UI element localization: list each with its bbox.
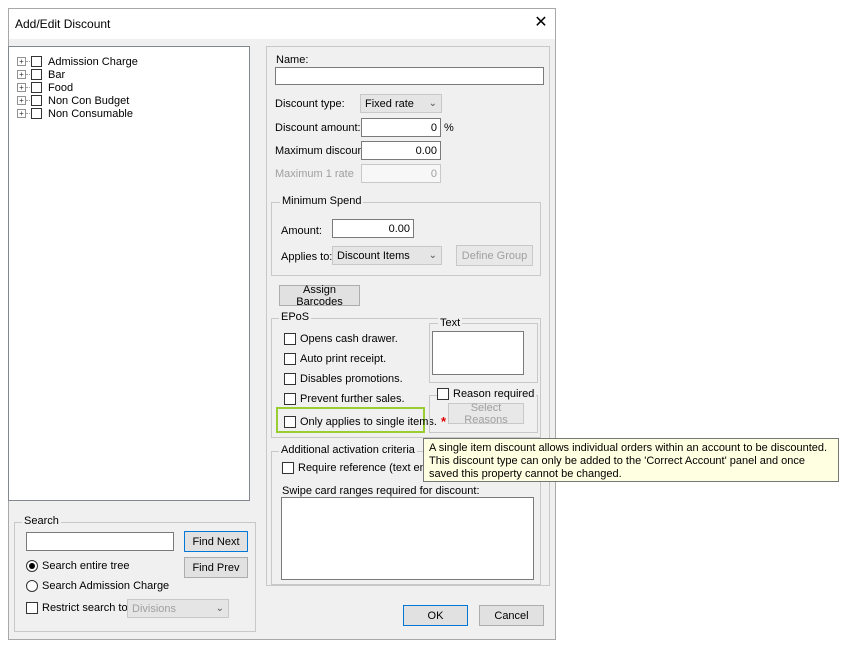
- discount-type-label: Discount type:: [275, 98, 345, 110]
- radio-search-admission-charge[interactable]: Search Admission Charge: [26, 580, 169, 592]
- radio-label: Search Admission Charge: [42, 580, 170, 592]
- checkbox-box[interactable]: [437, 388, 449, 400]
- expand-icon[interactable]: +: [17, 83, 26, 92]
- activation-label: Additional activation criteria: [279, 444, 417, 456]
- expand-icon[interactable]: +: [17, 96, 26, 105]
- applies-to-value: Discount Items: [337, 249, 410, 262]
- tree-item-label: Non Con Budget: [48, 94, 130, 107]
- discount-amount-field[interactable]: 0: [361, 118, 441, 137]
- radio-search-entire-tree[interactable]: Search entire tree: [26, 560, 129, 572]
- opens-cash-drawer-checkbox[interactable]: Opens cash drawer.: [284, 333, 398, 345]
- swipe-card-ranges-list[interactable]: [281, 497, 534, 580]
- radio-selected-icon[interactable]: [26, 560, 38, 572]
- minimum-spend-amount-field[interactable]: 0.00: [332, 219, 414, 238]
- checkbox-box[interactable]: [26, 602, 38, 614]
- chevron-down-icon: ⌄: [428, 98, 437, 109]
- radio-unselected-icon[interactable]: [26, 580, 38, 592]
- restrict-select-value: Divisions: [132, 602, 177, 615]
- tree-item-checkbox[interactable]: [31, 95, 42, 106]
- chevron-down-icon: ⌄: [428, 250, 437, 261]
- maximum-discount-label: Maximum discount:: [275, 145, 370, 157]
- applies-to-select[interactable]: Discount Items ⌄: [332, 246, 442, 265]
- tree-item-checkbox[interactable]: [31, 108, 42, 119]
- name-field[interactable]: [275, 67, 544, 85]
- maximum-rate-field: 0: [361, 164, 441, 183]
- tree-item-label: Bar: [48, 68, 66, 81]
- checkbox-label: Opens cash drawer.: [300, 333, 398, 345]
- ok-button[interactable]: OK: [403, 605, 468, 626]
- tree-item-checkbox[interactable]: [31, 69, 42, 80]
- tree-item-admission-charge[interactable]: + Admission Charge: [17, 55, 138, 68]
- tree-item-bar[interactable]: + Bar: [17, 68, 65, 81]
- tree-item-label: Food: [48, 81, 74, 94]
- tree-item-checkbox[interactable]: [31, 56, 42, 67]
- expand-icon[interactable]: +: [17, 70, 26, 79]
- search-input[interactable]: [26, 532, 174, 551]
- find-next-button[interactable]: Find Next: [184, 531, 248, 552]
- discount-amount-label: Discount amount:: [275, 122, 361, 134]
- discount-amount-unit: %: [444, 122, 454, 134]
- define-group-button[interactable]: Define Group: [456, 245, 533, 266]
- tree-item-non-consumable[interactable]: + Non Consumable: [17, 107, 133, 120]
- window-title: Add/Edit Discount: [15, 17, 111, 31]
- require-reference-checkbox[interactable]: Require reference (text entry c: [282, 462, 447, 474]
- epos-text-area[interactable]: [432, 331, 524, 375]
- prevent-further-sales-checkbox[interactable]: Prevent further sales.: [284, 393, 405, 405]
- tree-item-label: Non Consumable: [48, 107, 133, 120]
- checkbox-box[interactable]: [282, 462, 294, 474]
- amount-label: Amount:: [281, 225, 322, 237]
- checkbox-box[interactable]: [284, 415, 296, 428]
- minimum-spend-label: Minimum Spend: [280, 195, 364, 207]
- tree-connector: [26, 74, 30, 75]
- restrict-search-label: Restrict search to: [42, 602, 128, 614]
- text-group-label: Text: [438, 317, 463, 329]
- swipe-card-label: Swipe card ranges required for discount:: [282, 485, 480, 497]
- maximum-discount-field[interactable]: 0.00: [361, 141, 441, 160]
- epos-label: EPoS: [279, 311, 312, 323]
- disables-promotions-checkbox[interactable]: Disables promotions.: [284, 373, 403, 385]
- reason-required-label: Reason required: [453, 388, 535, 400]
- auto-print-receipt-checkbox[interactable]: Auto print receipt.: [284, 353, 386, 365]
- discount-type-select[interactable]: Fixed rate ⌄: [360, 94, 442, 113]
- find-prev-button[interactable]: Find Prev: [184, 557, 248, 578]
- tree-item-food[interactable]: + Food: [17, 81, 73, 94]
- cancel-button[interactable]: Cancel: [479, 605, 544, 626]
- tree-connector: [26, 113, 30, 114]
- checkbox-label: Auto print receipt.: [300, 353, 387, 365]
- checkbox-box[interactable]: [284, 333, 296, 345]
- tree-item-label: Admission Charge: [48, 55, 138, 68]
- checkbox-box[interactable]: [284, 353, 296, 365]
- tree-connector: [26, 100, 30, 101]
- checkbox-label: Prevent further sales.: [300, 393, 405, 405]
- checkbox-label: Disables promotions.: [300, 373, 403, 385]
- assign-barcodes-button[interactable]: Assign Barcodes: [279, 284, 360, 308]
- chevron-down-icon: ⌄: [215, 603, 224, 614]
- tree-item-non-con-budget[interactable]: + Non Con Budget: [17, 94, 129, 107]
- search-group-label: Search: [22, 515, 61, 527]
- applies-to-label: Applies to:: [281, 251, 333, 263]
- maximum-rate-label: Maximum 1 rate: [275, 168, 354, 180]
- restrict-search-checkbox[interactable]: Restrict search to: [26, 602, 128, 614]
- radio-label: Search entire tree: [42, 560, 130, 572]
- tree-connector: [26, 87, 30, 88]
- reason-required-checkbox[interactable]: Reason required: [437, 388, 537, 400]
- tree-connector: [26, 61, 30, 62]
- close-icon[interactable]: ✕: [531, 13, 551, 33]
- select-reasons-button[interactable]: Select Reasons: [448, 402, 524, 426]
- checkbox-box[interactable]: [284, 393, 296, 405]
- checkbox-box[interactable]: [284, 373, 296, 385]
- discount-type-value: Fixed rate: [365, 97, 414, 110]
- only-single-items-checkbox[interactable]: Only applies to single items. *: [284, 414, 446, 429]
- tree-item-checkbox[interactable]: [31, 82, 42, 93]
- expand-icon[interactable]: +: [17, 109, 26, 118]
- checkbox-label: Only applies to single items.: [300, 415, 437, 428]
- title-bar: Add/Edit Discount ✕: [9, 9, 555, 39]
- name-label: Name:: [276, 54, 309, 66]
- restrict-search-select[interactable]: Divisions ⌄: [127, 599, 229, 618]
- single-item-tooltip: A single item discount allows individual…: [423, 438, 839, 482]
- expand-icon[interactable]: +: [17, 57, 26, 66]
- category-tree[interactable]: + Admission Charge + Bar + Food + Non Co…: [8, 46, 250, 501]
